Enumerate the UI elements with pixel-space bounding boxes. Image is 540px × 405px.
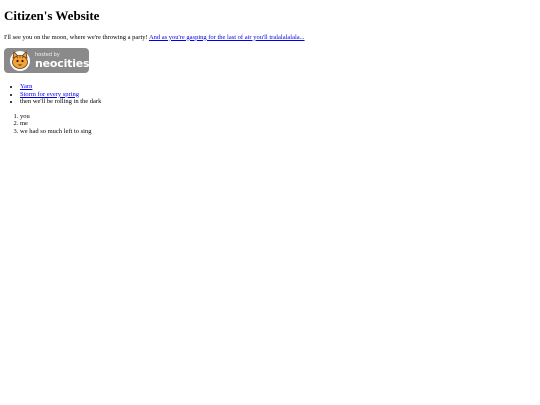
badge-small-text: hosted by	[35, 51, 60, 58]
badge-text: hosted by neocities	[35, 51, 90, 70]
page: Citizen's Website I'll see you on the mo…	[0, 0, 540, 135]
page-title: Citizen's Website	[4, 8, 100, 23]
neocities-badge[interactable]: hosted by neocities	[4, 48, 90, 74]
intro-text: I'll see you on the moon, where we're th…	[4, 33, 149, 41]
list-item: then we'll be rolling in the dark	[20, 98, 536, 106]
intro-link[interactable]: And as you're gasping for the last of ai…	[149, 34, 305, 41]
list-item: Yarn	[20, 83, 536, 91]
list-link-yarn[interactable]: Yarn	[20, 83, 32, 90]
list-link-storm[interactable]: Storm for every spring	[20, 91, 79, 98]
list-item: we had so much left to sing	[20, 128, 536, 136]
neocities-cat-icon	[10, 50, 30, 71]
list-item: you	[20, 113, 536, 121]
list-item: Storm for every spring	[20, 91, 536, 99]
badge-big-text: neocities	[35, 56, 90, 70]
unordered-list: Yarn Storm for every spring then we'll b…	[4, 83, 536, 106]
list-item: me	[20, 120, 536, 128]
ordered-list: you me we had so much left to sing	[4, 113, 536, 136]
intro-paragraph: I'll see you on the moon, where we're th…	[4, 34, 536, 41]
